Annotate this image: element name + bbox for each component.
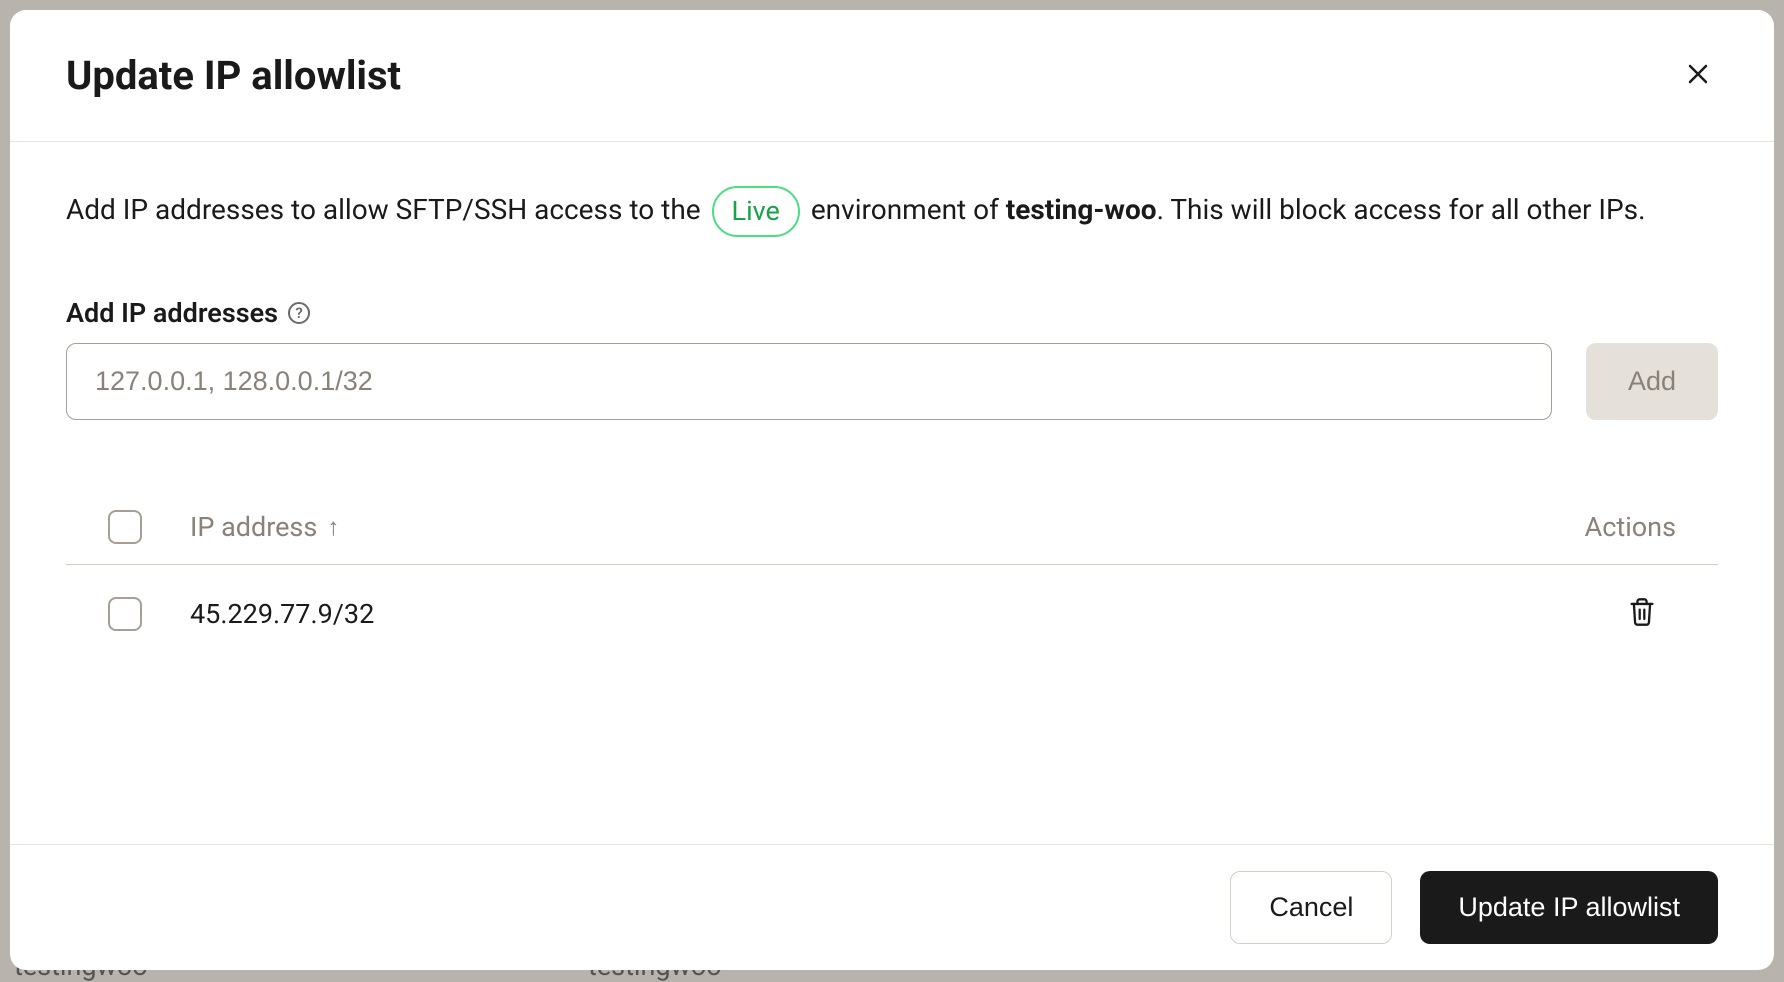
close-button[interactable] xyxy=(1678,54,1718,97)
environment-badge: Live xyxy=(712,186,800,237)
input-row: Add xyxy=(66,343,1718,420)
ip-address-input[interactable] xyxy=(66,343,1552,420)
update-ip-allowlist-modal: Update IP allowlist Add IP addresses to … xyxy=(10,10,1774,970)
column-header-actions: Actions xyxy=(1585,511,1676,543)
modal-body: Add IP addresses to allow SFTP/SSH acces… xyxy=(10,142,1774,844)
modal-title: Update IP allowlist xyxy=(66,52,401,99)
cancel-button[interactable]: Cancel xyxy=(1230,871,1392,944)
close-icon xyxy=(1686,62,1710,89)
sort-ascending-icon: ↑ xyxy=(327,513,339,542)
delete-row-button[interactable] xyxy=(1624,593,1660,634)
column-header-ip-label: IP address xyxy=(190,511,317,543)
row-checkbox[interactable] xyxy=(108,597,142,631)
modal-footer: Cancel Update IP allowlist xyxy=(10,844,1774,970)
description-mid: environment of xyxy=(804,193,1006,226)
site-name: testing-woo xyxy=(1006,193,1157,226)
field-label-row: Add IP addresses ? xyxy=(66,297,1718,329)
table-header: IP address ↑ Actions xyxy=(66,490,1718,565)
add-ip-label: Add IP addresses xyxy=(66,297,278,329)
description-post: . This will block access for all other I… xyxy=(1157,193,1646,226)
add-button[interactable]: Add xyxy=(1586,343,1718,420)
table-row: 45.229.77.9/32 xyxy=(66,565,1718,662)
column-header-ip[interactable]: IP address ↑ xyxy=(190,511,1537,543)
modal-header: Update IP allowlist xyxy=(10,10,1774,142)
help-icon[interactable]: ? xyxy=(288,302,310,324)
row-ip-address: 45.229.77.9/32 xyxy=(190,598,1576,630)
description-pre: Add IP addresses to allow SFTP/SSH acces… xyxy=(66,193,708,226)
select-all-checkbox[interactable] xyxy=(108,510,142,544)
update-button[interactable]: Update IP allowlist xyxy=(1420,871,1718,944)
trash-icon xyxy=(1628,597,1656,630)
modal-description: Add IP addresses to allow SFTP/SSH acces… xyxy=(66,186,1718,237)
